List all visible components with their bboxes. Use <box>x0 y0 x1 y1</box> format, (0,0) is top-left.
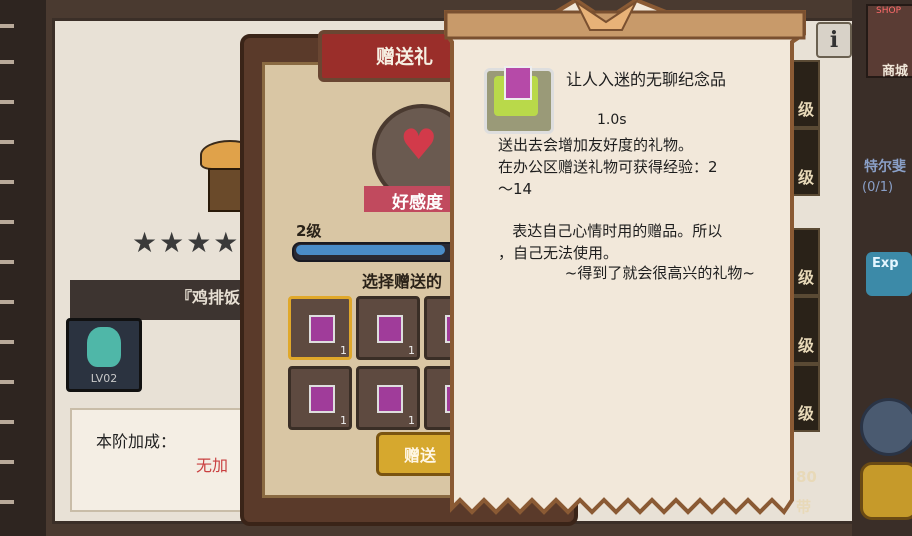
choose-gift-label: 选择赠送的 <box>362 272 443 291</box>
strip-tick <box>0 100 14 104</box>
favor-level: 2级 <box>296 222 322 240</box>
item-name: 让人入迷的无聊纪念品 <box>566 70 727 89</box>
strip-tick <box>0 380 14 384</box>
strip-tick <box>0 140 14 144</box>
gift-slot[interactable]: 1 <box>288 296 352 360</box>
settings-gear-icon[interactable] <box>860 398 912 456</box>
shop-badge: SHOP <box>876 6 901 16</box>
quest-count: (0/1) <box>862 180 894 195</box>
exp-label: Exp <box>872 256 899 271</box>
item-desc-line: 表达自己心情时用的赠品。所以 <box>498 222 723 240</box>
menu-button[interactable] <box>860 462 912 520</box>
strip-tick <box>0 24 14 28</box>
item-desc-line: ~得到了就会很高兴的礼物~ <box>498 264 755 282</box>
item-duration: 1.0s <box>597 112 627 128</box>
send-gift-label: 赠送 <box>404 446 437 465</box>
quest-text[interactable]: 特尔斐 <box>864 156 906 176</box>
heart-icon: ♥ <box>400 120 438 169</box>
strip-tick <box>0 60 14 64</box>
rating-stars: ★★★★ <box>132 226 241 259</box>
strip-tick <box>0 220 14 224</box>
strip-tick <box>0 180 14 184</box>
gift-box-icon <box>377 385 403 413</box>
gift-count: 1 <box>408 344 415 357</box>
gift-slot[interactable]: 1 <box>356 366 420 430</box>
left-decor-strip <box>0 0 46 536</box>
favor-progress-fill <box>296 245 445 255</box>
item-desc-line: 在办公区赠送礼物可获得经验：2 <box>498 158 718 176</box>
strip-tick <box>0 500 14 504</box>
gift-box-icon <box>504 66 532 100</box>
info-button[interactable]: i <box>816 22 852 58</box>
gift-slot[interactable]: 1 <box>356 296 420 360</box>
gift-count: 1 <box>340 414 347 427</box>
strip-tick <box>0 260 14 264</box>
character-name: 『鸡排饭 <box>176 288 241 307</box>
strip-tick <box>0 340 14 344</box>
bonus-label: 本阶加成： <box>96 432 177 451</box>
bonus-value: 无加 <box>196 456 229 475</box>
gift-count: 1 <box>340 344 347 357</box>
item-desc-line: ，自己无法使用。 <box>498 244 619 262</box>
strip-tick <box>0 420 14 424</box>
item-desc-line: ～14 <box>498 180 533 198</box>
avatar[interactable]: LV02 <box>66 318 142 392</box>
avatar-face <box>87 327 121 367</box>
gift-slot[interactable]: 1 <box>288 366 352 430</box>
gift-count: 1 <box>408 414 415 427</box>
strip-tick <box>0 300 14 304</box>
gift-box-icon <box>309 385 335 413</box>
shop-label: 商城 <box>882 64 909 79</box>
avatar-level: LV02 <box>90 372 118 385</box>
item-desc-line: 送出去会增加友好度的礼物。 <box>498 136 694 154</box>
exp-badge[interactable]: Exp <box>866 252 912 296</box>
gift-dialog-title: 赠送礼 <box>376 46 434 68</box>
gift-box-icon <box>309 315 335 343</box>
gift-box-icon <box>377 315 403 343</box>
strip-tick <box>0 460 14 464</box>
